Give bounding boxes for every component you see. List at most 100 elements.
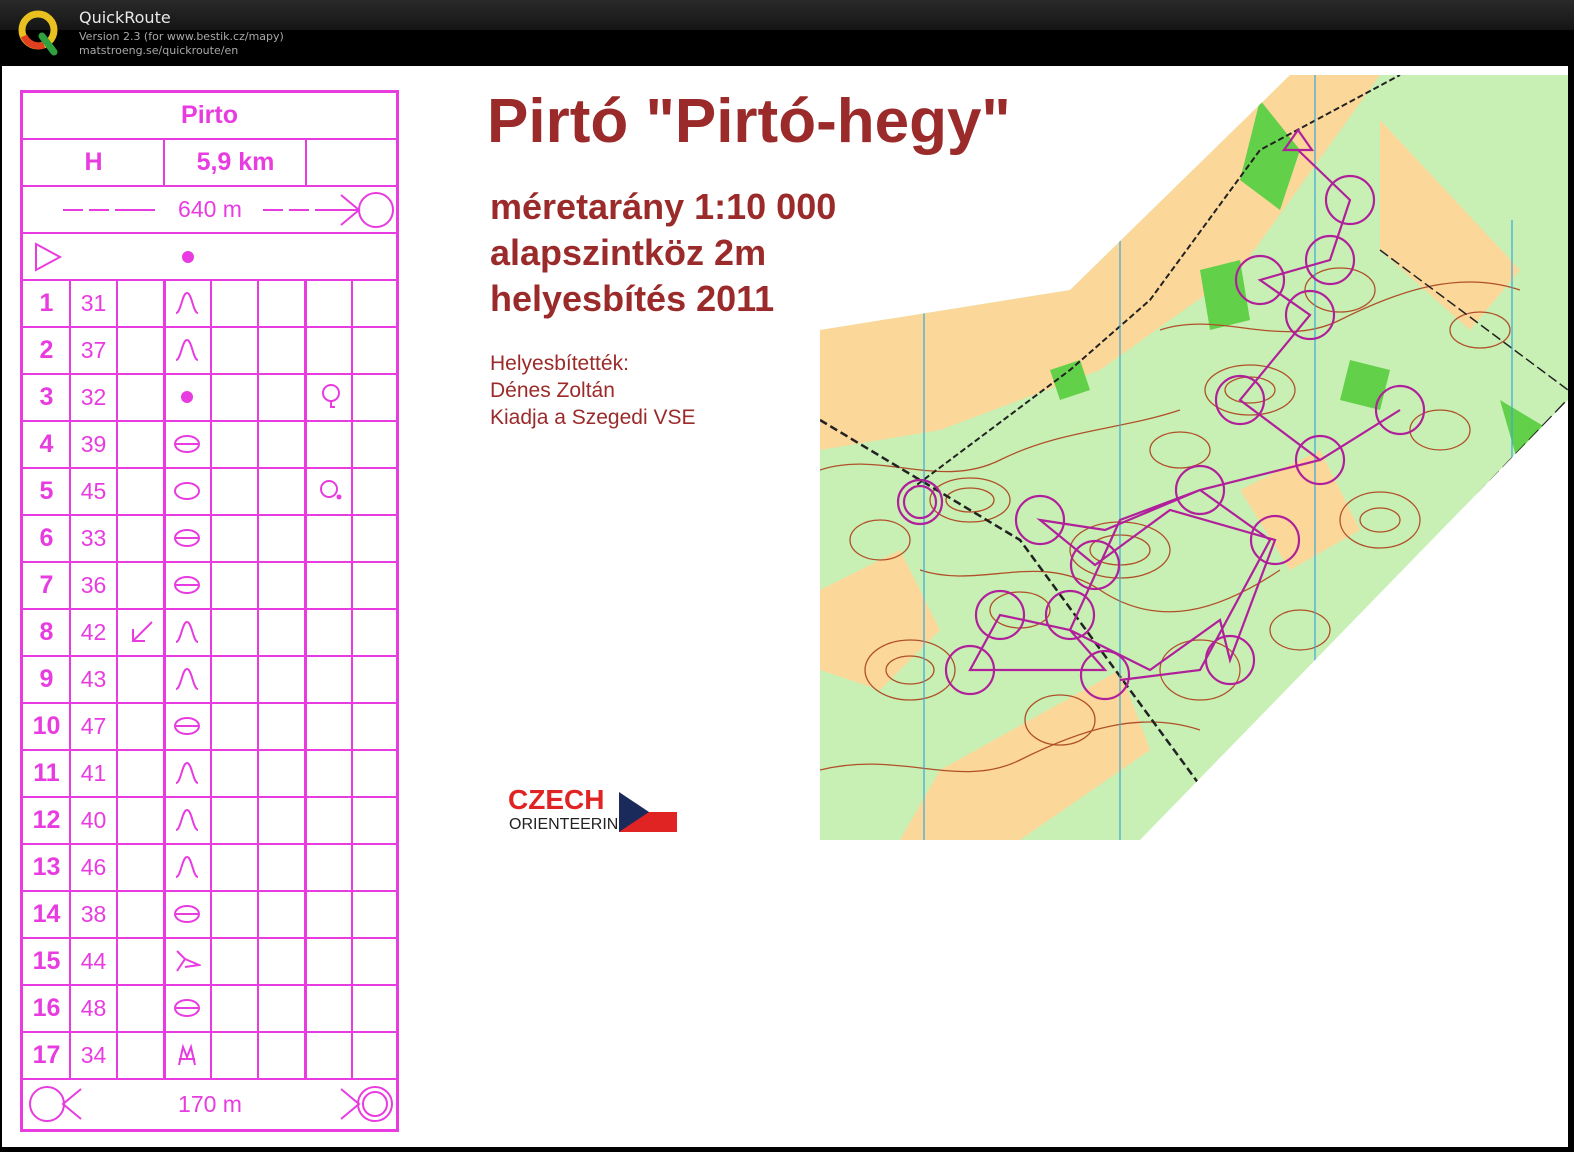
cd-control-row: 11 41: [23, 751, 396, 798]
cd-control-code: 36: [80, 572, 107, 598]
feature-oval-icon: [174, 482, 200, 500]
cd-control-number: 17: [32, 1041, 61, 1069]
cd-control-code: 39: [80, 431, 107, 457]
feature-dot-icon: [181, 391, 193, 403]
cd-control-code: 42: [80, 619, 107, 645]
cd-control-number: 2: [39, 336, 54, 364]
title-bar: QuickRoute Version 2.3 (for www.bestik.c…: [0, 0, 1574, 66]
map-credit-name: Dénes Zoltán: [490, 379, 615, 402]
feature-depression-icon: [174, 435, 200, 453]
cd-start-route-row: 640 m: [23, 187, 396, 234]
location-foot-icon: [322, 384, 340, 408]
map-revision: helyesbítés 2011: [490, 278, 775, 319]
czech-flag-icon: [619, 792, 677, 832]
cd-control-code: 33: [80, 525, 107, 551]
cd-control-number: 11: [33, 759, 60, 787]
cd-class-row: H 5,9 km: [23, 140, 396, 187]
map-scale: méretarány 1:10 000: [490, 186, 837, 227]
feature-knoll-icon: [175, 338, 199, 361]
cd-control-code: 43: [80, 666, 107, 692]
feature-knoll-icon: [175, 620, 199, 643]
cd-control-number: 3: [39, 383, 54, 411]
start-dot-icon: [182, 251, 194, 263]
cd-control-row: 15 44: [23, 939, 396, 986]
cd-control-code: 45: [80, 478, 107, 504]
cd-control-row: 14 38: [23, 892, 396, 939]
cd-start-row: [23, 234, 396, 281]
cd-control-row: 17 34: [23, 1033, 396, 1080]
cd-control-row: 5 45: [23, 469, 396, 516]
feature-knoll-icon: [175, 291, 199, 314]
cd-control-row: 9 43: [23, 657, 396, 704]
czech-orienteering-logo-text: CZECH: [508, 784, 605, 815]
cd-control-row: 3 32: [23, 375, 396, 422]
cd-control-row: 6 33: [23, 516, 396, 563]
cd-control-number: 7: [39, 571, 54, 599]
orienteering-map[interactable]: [820, 70, 1568, 840]
feature-knoll-icon: [175, 761, 199, 784]
feature-knoll-icon: [175, 808, 199, 831]
quickroute-logo-icon: [18, 10, 58, 56]
cd-header-row: Pirto: [23, 93, 396, 140]
cd-control-number: 9: [39, 665, 54, 693]
cd-control-row: 12 40: [23, 798, 396, 845]
cd-control-code: 41: [80, 760, 107, 786]
cd-control-row: 2 37: [23, 328, 396, 375]
cd-control-row: 13 46: [23, 845, 396, 892]
cd-control-number: 13: [32, 853, 61, 881]
app-version: Version 2.3 (for www.bestik.cz/mapy): [79, 30, 284, 43]
feature-depression-icon: [174, 999, 200, 1017]
cd-finish-route-length: 170 m: [178, 1091, 242, 1117]
cd-finish-row: 170 m: [23, 1081, 396, 1128]
feature-tree-icon: [178, 1043, 196, 1066]
cd-control-code: 40: [80, 807, 107, 833]
cd-control-number: 12: [32, 806, 61, 834]
app-url[interactable]: matstroeng.se/quickroute/en: [79, 44, 238, 57]
cd-control-row: 7 36: [23, 563, 396, 610]
control-description-sheet: Pirto H 5,9 km 640 m 1 31 2 37 3 32 4 39…: [20, 90, 399, 1132]
cd-control-row: 4 39: [23, 422, 396, 469]
direction-sw-arrow-icon: [132, 621, 153, 642]
feature-depression-icon: [174, 717, 200, 735]
feature-depression-icon: [174, 905, 200, 923]
cd-control-number: 10: [32, 712, 61, 740]
map-credit-label: Helyesbítették:: [490, 352, 629, 375]
cd-control-row: 16 48: [23, 986, 396, 1033]
cd-control-code: 37: [80, 337, 107, 363]
cd-control-number: 5: [39, 477, 54, 505]
feature-knoll-icon: [175, 667, 199, 690]
cd-control-number: 6: [39, 524, 54, 552]
cd-control-row: 8 42: [23, 610, 396, 657]
feature-depression-icon: [174, 576, 200, 594]
cd-start-route-length: 640 m: [178, 196, 242, 222]
start-triangle-icon: [35, 242, 63, 272]
cd-control-row: 1 31: [23, 281, 396, 328]
map-canvas[interactable]: Pirto H 5,9 km 640 m 1 31 2 37 3 32 4 39…: [2, 66, 1568, 1147]
cd-class: H: [84, 148, 103, 176]
cd-control-code: 46: [80, 854, 107, 880]
cd-control-code: 48: [80, 995, 107, 1021]
cd-control-code: 38: [80, 901, 107, 927]
cd-control-code: 31: [80, 290, 107, 316]
feature-depression-icon: [174, 529, 200, 547]
cd-control-number: 15: [32, 947, 61, 975]
cd-control-code: 32: [80, 384, 107, 410]
cd-event-name: Pirto: [181, 101, 238, 129]
map-contour-interval: alapszintköz 2m: [490, 232, 767, 273]
cd-control-number: 14: [32, 900, 61, 928]
cd-control-code: 47: [80, 713, 107, 739]
cd-control-number: 8: [39, 618, 54, 646]
cd-control-code: 44: [80, 948, 107, 974]
cd-control-code: 34: [80, 1042, 107, 1068]
cd-control-number: 1: [39, 289, 54, 317]
cd-length: 5,9 km: [196, 148, 275, 176]
feature-spur-icon: [176, 950, 201, 972]
location-side-icon: [320, 480, 342, 500]
cd-control-number: 4: [39, 430, 54, 458]
orienteering-logo-subtext: ORIENTEERING: [509, 816, 631, 833]
cd-control-number: 16: [32, 994, 61, 1022]
cd-control-row: 10 47: [23, 704, 396, 751]
feature-knoll-icon: [175, 855, 199, 878]
app-name: QuickRoute: [79, 8, 171, 27]
map-publisher: Kiadja a Szegedi VSE: [490, 406, 696, 429]
